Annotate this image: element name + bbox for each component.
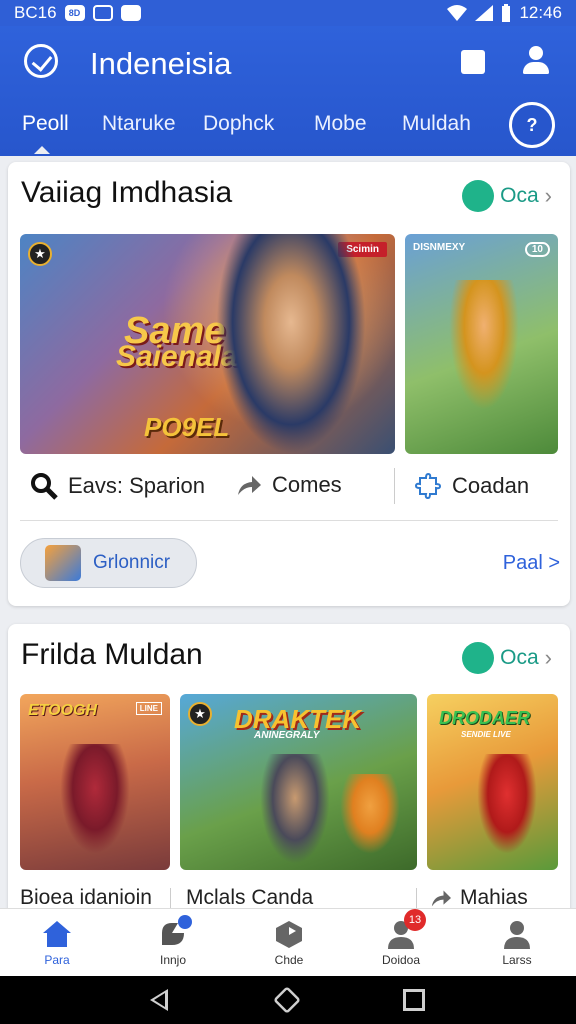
tab-dophck[interactable]: Dophck (203, 112, 274, 136)
nav-label: Para (44, 953, 70, 967)
action-label: Eavs: Sparion (68, 473, 205, 498)
status-left-text: BC16 (14, 3, 57, 22)
profile-chip[interactable]: Grlonnicr (20, 538, 197, 588)
system-nav-bar (0, 976, 576, 1024)
thumb-title: ETOOGH (28, 702, 98, 719)
notification-icon (92, 5, 113, 21)
action-label: Comes (272, 472, 342, 497)
app-bar: Indeneisia Peoll Ntaruke Dophck Mobe Mul… (0, 26, 576, 156)
nav-item-innjo[interactable]: Innjo (128, 915, 218, 967)
divider (20, 520, 558, 521)
cube-icon (276, 921, 302, 948)
chevron-right-icon: › (544, 183, 552, 208)
nav-label: Larss (502, 953, 532, 967)
help-button[interactable]: ? (509, 102, 555, 148)
nav-label: Doidoa (381, 953, 421, 967)
game-thumbnail[interactable]: ETOOGH LINE (20, 694, 170, 870)
square-icon[interactable] (461, 50, 485, 74)
avatar (45, 545, 81, 581)
nav-label: Chde (274, 953, 304, 967)
action-label: Coadan (452, 473, 530, 498)
game-thumbnail[interactable]: ★ DRAKTEK ANINEGRALY (180, 694, 417, 870)
hero-character (477, 754, 537, 854)
row-label-share[interactable]: Mahias (430, 886, 528, 910)
nav-item-para[interactable]: Para (12, 919, 102, 967)
badge-text: Oca (500, 646, 539, 669)
chip-label: Grlonnicr (93, 552, 171, 573)
share-action[interactable]: Comes (236, 472, 342, 498)
section-title: Vaiiag Imdhasia (21, 176, 233, 209)
share-icon (431, 890, 451, 907)
thumb2-tag: DISNMEXY (413, 242, 466, 253)
tab-ntaruke[interactable]: Ntaruke (102, 112, 176, 136)
hero-character (449, 280, 519, 410)
bottom-nav: Para Innjo Chde 13 Doidoa Larss (0, 908, 576, 976)
thumb-title: DRODAER (439, 708, 531, 728)
check-circle-icon[interactable] (24, 44, 58, 78)
hero-character (260, 754, 330, 864)
row-label[interactable]: Bioea idanioin (20, 886, 152, 910)
person-icon (504, 921, 530, 949)
star-icon: ★ (188, 702, 212, 726)
game-thumbnail-featured[interactable]: ★ Scimin Same Saienala PO9EL (20, 234, 395, 454)
section-title: Frilda Muldan (21, 638, 203, 671)
status-dot-icon (462, 180, 495, 212)
row-label[interactable]: Mclals Canda (186, 886, 313, 910)
badge-text: Oca (500, 184, 539, 207)
action-row: Eavs: Sparion Comes Coadan (8, 462, 570, 514)
star-icon: ★ (28, 242, 52, 266)
recents-icon[interactable] (403, 989, 425, 1011)
home-icon (43, 921, 71, 947)
row-label-text: Mahias (460, 886, 528, 909)
section-card-2: Frilda Muldan Oca › ETOOGH LINE ★ DRAKTE… (8, 624, 570, 924)
tab-bar: Peoll Ntaruke Dophck Mobe Muldah ? (0, 102, 576, 154)
nav-item-doidoa[interactable]: 13 Doidoa (356, 909, 446, 967)
tab-muldah[interactable]: Muldah (402, 112, 471, 136)
section-badge[interactable]: Oca › (462, 642, 552, 674)
puzzle-action[interactable]: Coadan (414, 472, 529, 500)
tab-mobe[interactable]: Mobe (314, 112, 367, 136)
mascot-character (340, 774, 400, 854)
hero-character (216, 234, 366, 454)
share-icon (238, 476, 261, 495)
notification-dot (178, 915, 192, 929)
battery-icon (502, 4, 511, 22)
thumb2-counter: 10 (524, 242, 550, 257)
thumb-subtitle: SENDIE LIVE (461, 730, 511, 739)
home-button-icon[interactable] (273, 986, 301, 1014)
back-icon[interactable] (150, 989, 168, 1011)
app-title: Indeneisia (90, 46, 232, 81)
tab-peoll[interactable]: Peoll (22, 112, 69, 136)
nav-item-larss[interactable]: Larss (472, 919, 562, 967)
nav-item-chde[interactable]: Chde (244, 919, 334, 967)
search-action[interactable]: Eavs: Sparion (30, 472, 205, 500)
game-thumbnail-secondary[interactable]: DISNMEXY 10 (405, 234, 558, 454)
nav-label: Innjo (159, 953, 187, 967)
divider (394, 468, 395, 504)
hero-character (60, 744, 130, 854)
section-card-1: Vaiiag Imdhasia Oca › ★ Scimin Same Saie… (8, 162, 570, 606)
notification-badge: 13 (404, 909, 426, 931)
profile-icon[interactable] (521, 46, 551, 76)
status-dot-icon (462, 642, 495, 674)
active-tab-indicator (34, 146, 50, 154)
mail-icon (120, 5, 141, 21)
thumb-subtitle: ANINEGRALY (254, 730, 320, 741)
game-thumbnail[interactable]: DRODAER SENDIE LIVE (427, 694, 558, 870)
status-bar: BC16 8D 12:46 (0, 0, 576, 26)
search-icon (31, 473, 58, 500)
section-badge[interactable]: Oca › (462, 180, 552, 212)
more-link[interactable]: Paal > (503, 552, 560, 575)
wifi-icon (447, 5, 468, 21)
puzzle-icon (414, 472, 442, 500)
thumb-tag: LINE (135, 702, 162, 715)
signal-icon (475, 5, 494, 21)
status-time: 12:46 (519, 3, 562, 22)
status-badge-icon: 8D (64, 5, 85, 21)
chevron-right-icon: › (544, 645, 552, 670)
